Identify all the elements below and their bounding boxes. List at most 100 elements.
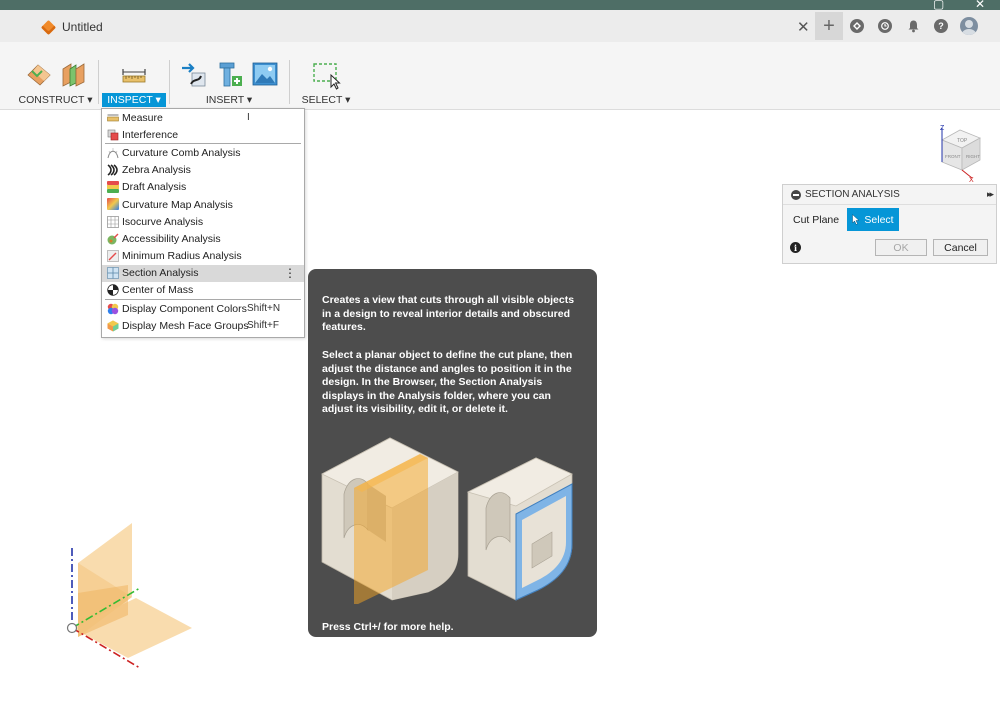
menu-item-display-component-colors[interactable]: Display Component Colors Shift+N — [102, 300, 304, 317]
menu-item-display-mesh-face-groups[interactable]: Display Mesh Face Groups Shift+F — [102, 317, 304, 334]
curvature-comb-icon — [107, 147, 119, 158]
window-select-icon[interactable] — [311, 60, 341, 90]
section-analysis-panel: SECTION ANALYSIS ▸▸ Cut Plane Select i O… — [782, 184, 997, 264]
panel-title: SECTION ANALYSIS — [805, 189, 900, 200]
more-options-icon[interactable]: ⋮ — [284, 266, 296, 280]
menu-item-shortcut: Shift+N — [247, 303, 281, 315]
toolbar-divider — [169, 60, 170, 104]
inspect-dropdown-menu: Measure I Interference Curvature Comb An… — [101, 108, 305, 338]
axis-z-label: Z — [940, 125, 945, 132]
menu-item-label: Isocurve Analysis — [122, 215, 204, 228]
draft-icon — [107, 181, 119, 194]
measure-icon[interactable] — [120, 60, 148, 88]
profile-button[interactable] — [955, 12, 983, 40]
menu-item-label: Interference — [122, 128, 179, 141]
menu-item-isocurve[interactable]: Isocurve Analysis — [102, 213, 304, 230]
inspect-menu-button[interactable]: INSPECT ▾ — [102, 93, 166, 107]
accessibility-icon — [107, 233, 119, 245]
new-tab-button[interactable]: + — [815, 12, 843, 40]
section-analysis-tooltip: Creates a view that cuts through all vis… — [308, 269, 597, 637]
menu-item-label: Draft Analysis — [122, 181, 187, 194]
menu-item-label: Accessibility Analysis — [122, 232, 221, 245]
menu-item-zebra[interactable]: Zebra Analysis — [102, 162, 304, 179]
axis-x-label: X — [969, 177, 974, 182]
viewcube-right-face[interactable]: RIGHT — [966, 154, 980, 159]
menu-item-minimum-radius[interactable]: Minimum Radius Analysis — [102, 248, 304, 265]
menu-item-section-analysis[interactable]: Section Analysis ⋮ — [102, 264, 304, 282]
document-tab-bar: Untitled ✕ + ? — [0, 10, 1000, 42]
menu-item-label: Display Mesh Face Groups — [122, 319, 249, 332]
menu-item-curvature-map[interactable]: Curvature Map Analysis — [102, 196, 304, 213]
viewcube-top-face[interactable]: TOP — [957, 138, 968, 144]
menu-item-label: Display Component Colors — [122, 302, 247, 315]
close-tab-icon[interactable]: ✕ — [797, 18, 810, 36]
job-status-icon — [878, 19, 892, 33]
cursor-arrow-icon — [852, 214, 861, 225]
menu-item-shortcut: Shift+F — [247, 320, 279, 332]
chevron-down-icon: ▾ — [155, 94, 161, 106]
info-icon[interactable]: i — [790, 242, 801, 253]
extensions-button[interactable] — [843, 12, 871, 40]
document-tab[interactable]: Untitled — [40, 14, 103, 40]
expand-panel-icon[interactable]: ▸▸ — [987, 189, 994, 200]
center-of-mass-icon — [107, 284, 119, 297]
chevron-down-icon: ▾ — [87, 94, 93, 106]
select-label: SELECT — [301, 94, 343, 106]
cancel-button[interactable]: Cancel — [933, 239, 988, 256]
origin-point[interactable] — [66, 622, 78, 634]
construct-label: CONSTRUCT — [18, 94, 85, 106]
menu-item-shortcut: I — [247, 112, 250, 124]
cut-plane-row: Cut Plane Select — [783, 207, 996, 233]
menu-item-label: Section Analysis — [122, 267, 199, 280]
menu-item-accessibility[interactable]: Accessibility Analysis — [102, 230, 304, 247]
extensions-icon — [850, 19, 864, 33]
select-group: SELECT ▾ — [298, 42, 354, 110]
insert-label: INSERT — [205, 94, 244, 106]
menu-item-draft[interactable]: Draft Analysis — [102, 179, 304, 196]
tab-bar-actions: + ? — [815, 10, 983, 42]
offset-plane-icon[interactable] — [25, 60, 53, 88]
fusion-window: ▢ ✕ Untitled ✕ + ? CONSTRUCT ▾ INSPECT ▾… — [0, 0, 1000, 711]
construct-group: CONSTRUCT ▾ — [12, 42, 99, 110]
tooltip-description: Creates a view that cuts through all vis… — [322, 294, 575, 334]
inspect-group: INSPECT ▾ — [100, 42, 168, 110]
notifications-button[interactable] — [899, 12, 927, 40]
help-button[interactable]: ? — [927, 12, 955, 40]
insert-menu-button[interactable]: INSERT ▾ — [172, 93, 286, 107]
section-analysis-illustration — [321, 437, 573, 604]
tooltip-help-hint: Press Ctrl+/ for more help. — [322, 621, 454, 633]
menu-item-interference[interactable]: Interference — [102, 126, 304, 143]
toolbar-divider — [289, 60, 290, 104]
origin-planes[interactable] — [40, 515, 210, 680]
cut-plane-label: Cut Plane — [793, 214, 840, 226]
insert-group: INSERT ▾ — [172, 42, 286, 110]
insert-canvas-icon[interactable] — [251, 60, 279, 88]
menu-item-measure[interactable]: Measure I — [102, 109, 304, 126]
notifications-icon — [908, 20, 918, 33]
plus-icon: + — [823, 14, 835, 37]
construct-menu-button[interactable]: CONSTRUCT ▾ — [12, 93, 99, 107]
menu-item-label: Curvature Comb Analysis — [122, 146, 241, 159]
tooltip-instructions: Select a planar object to define the cut… — [322, 349, 573, 416]
menu-item-label: Zebra Analysis — [122, 164, 191, 177]
viewcube[interactable]: Z X TOP FRONT RIGHT — [930, 120, 990, 182]
menu-item-curvature-comb[interactable]: Curvature Comb Analysis — [102, 144, 304, 161]
menu-item-label: Measure — [122, 111, 163, 124]
panel-header[interactable]: SECTION ANALYSIS ▸▸ — [783, 185, 996, 205]
insert-derive-icon[interactable] — [179, 60, 209, 90]
insert-mcmaster-icon[interactable] — [215, 60, 245, 90]
toolbar-divider — [98, 60, 99, 104]
viewcube-front-face[interactable]: FRONT — [945, 154, 961, 159]
menu-item-center-of-mass[interactable]: Center of Mass — [102, 282, 304, 299]
ok-button[interactable]: OK — [875, 239, 927, 256]
panel-footer: i OK Cancel — [783, 235, 996, 263]
mesh-face-groups-icon — [107, 320, 119, 332]
select-menu-button[interactable]: SELECT ▾ — [298, 93, 354, 107]
select-button-label: Select — [864, 213, 894, 226]
midplane-icon[interactable] — [59, 60, 87, 88]
collapse-icon[interactable] — [791, 189, 801, 200]
help-icon: ? — [934, 19, 948, 33]
window-title-strip: ▢ ✕ — [0, 0, 1000, 11]
cut-plane-select-button[interactable]: Select — [847, 208, 899, 231]
job-status-button[interactable] — [871, 12, 899, 40]
